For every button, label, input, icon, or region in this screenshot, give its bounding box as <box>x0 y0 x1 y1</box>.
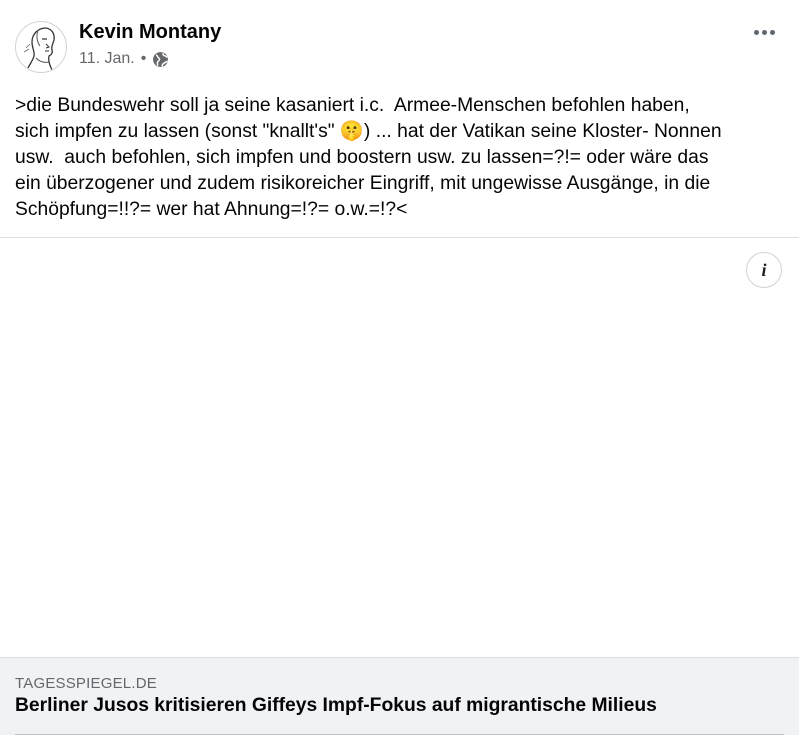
info-icon: i <box>761 259 767 280</box>
author-name[interactable]: Kevin Montany <box>79 21 221 44</box>
more-dot <box>753 29 759 35</box>
info-button[interactable]: i <box>746 252 782 288</box>
more-dot <box>769 29 775 35</box>
profile-avatar[interactable] <box>15 21 67 73</box>
post-meta: 11. Jan. • <box>79 50 169 68</box>
link-domain: TAGESSPIEGEL.DE <box>15 675 157 692</box>
post-text: >die Bundeswehr soll ja seine kasaniert … <box>15 95 722 220</box>
link-preview-media[interactable] <box>0 238 799 657</box>
post-header: Kevin Montany 11. Jan. • <box>0 0 799 80</box>
more-options-button[interactable] <box>748 20 780 44</box>
link-title[interactable]: Berliner Jusos kritisieren Giffeys Impf-… <box>15 695 657 717</box>
avatar-sketch-icon <box>23 27 55 71</box>
post-date[interactable]: 11. Jan. <box>79 50 135 68</box>
bottom-divider <box>15 734 784 735</box>
more-dot <box>761 29 767 35</box>
globe-icon <box>153 51 169 67</box>
meta-separator: • <box>140 50 147 67</box>
link-preview-card[interactable]: TAGESSPIEGEL.DE Berliner Jusos kritisier… <box>0 657 799 735</box>
